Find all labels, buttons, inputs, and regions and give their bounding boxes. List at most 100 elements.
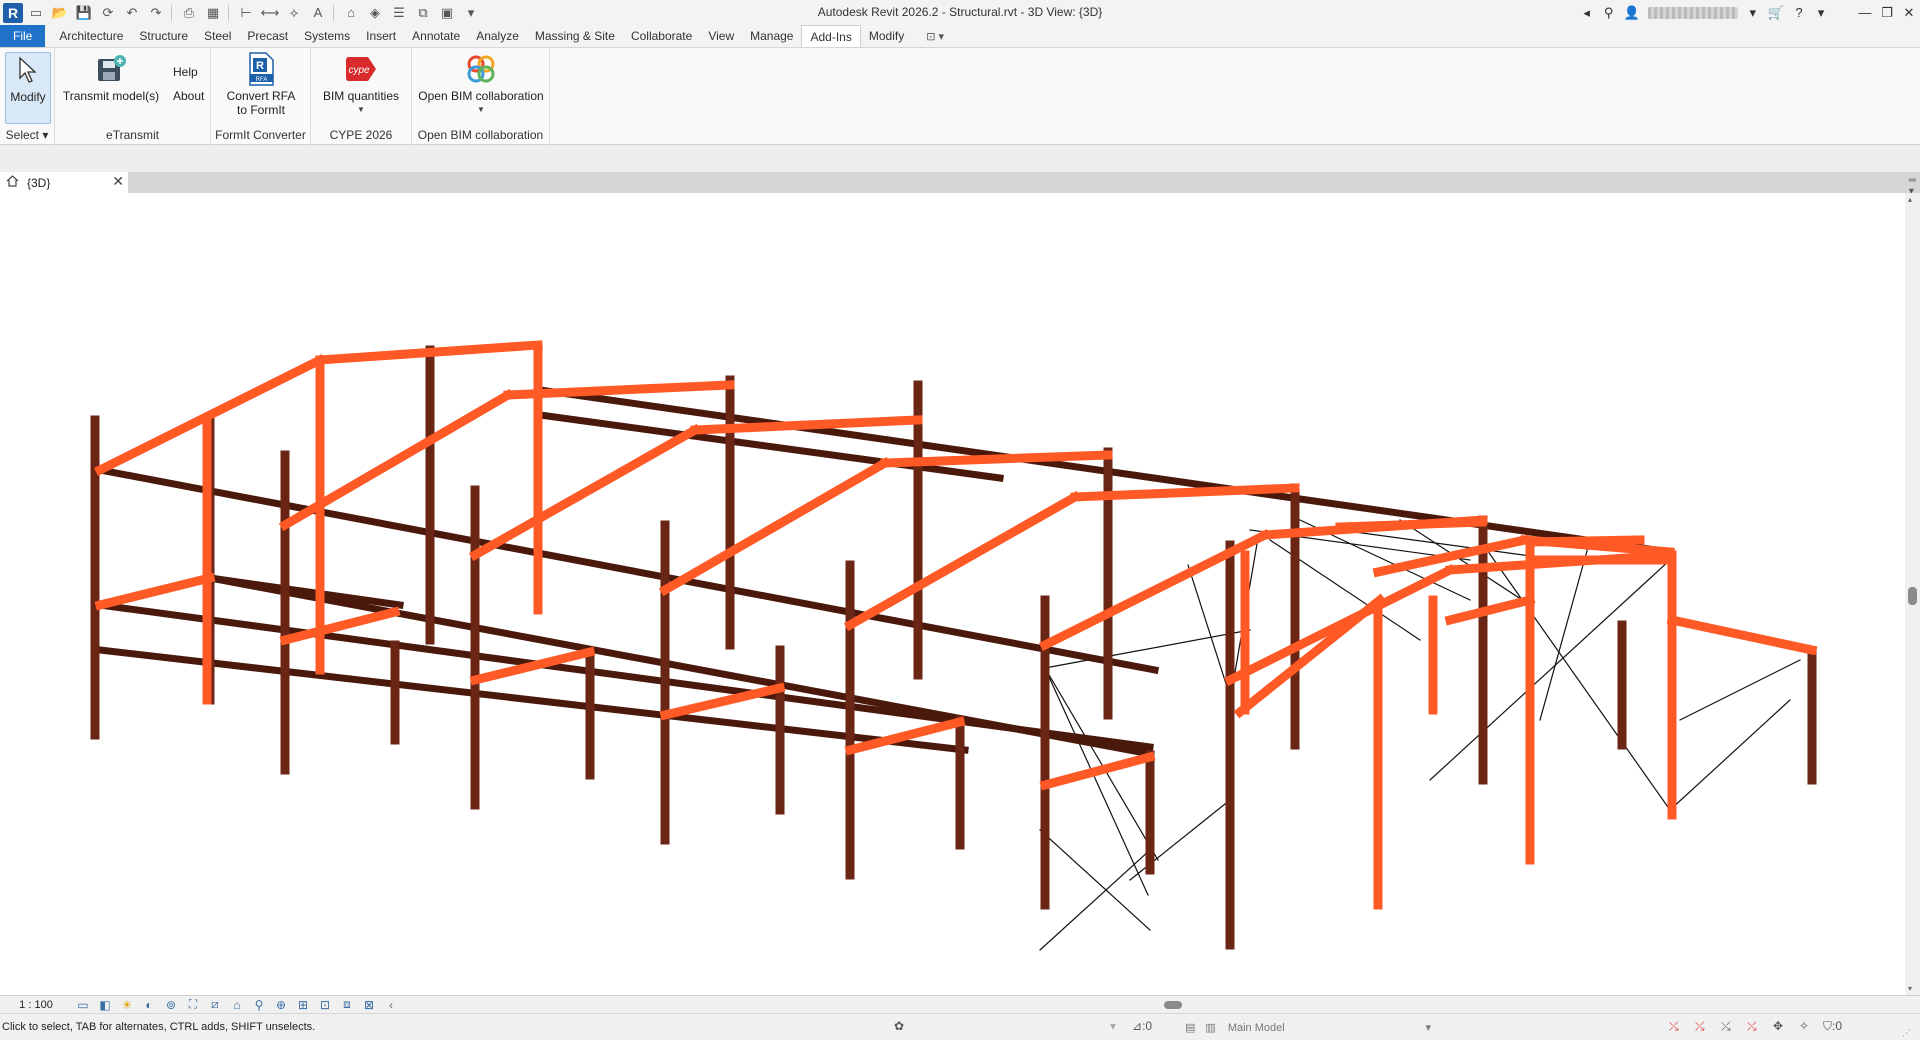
steel-rafter[interactable] bbox=[1444, 594, 1536, 626]
hide-isolate-icon[interactable]: ⚲ bbox=[248, 997, 270, 1013]
dimension-icon[interactable]: ⟷ bbox=[259, 3, 281, 23]
search-icon[interactable]: ◂ bbox=[1576, 2, 1598, 24]
steel-rafter[interactable] bbox=[94, 572, 216, 611]
ribbon-display-toggle-icon[interactable]: ⊡ ▾ bbox=[918, 25, 952, 47]
close-icon[interactable]: ✕ bbox=[112, 173, 124, 190]
tab-structure[interactable]: Structure bbox=[131, 25, 196, 47]
user-name-redacted[interactable] bbox=[1647, 6, 1738, 19]
lock-view-icon[interactable]: ⌂ bbox=[226, 997, 248, 1013]
app-logo[interactable]: R bbox=[3, 2, 23, 23]
temporary-view-icon[interactable]: ⊞ bbox=[292, 997, 314, 1013]
help-button[interactable]: Help bbox=[173, 65, 198, 79]
save-icon[interactable]: 💾 bbox=[73, 3, 95, 23]
longitudinal-beam[interactable] bbox=[205, 573, 1155, 759]
crop-view-icon[interactable]: ⛶ bbox=[182, 997, 204, 1013]
workset-icon[interactable]: ⊿:0 bbox=[1132, 1019, 1152, 1033]
select-pinned-icon[interactable]: ⤯ bbox=[1721, 1019, 1731, 1034]
bracing-cable[interactable] bbox=[1039, 849, 1151, 951]
customize-icon[interactable]: ▾ bbox=[460, 3, 482, 23]
open-icon[interactable]: 📂 bbox=[49, 3, 71, 23]
sun-path-icon[interactable]: ☀ bbox=[116, 997, 138, 1013]
analytical-model-icon[interactable]: ⊡ bbox=[314, 997, 336, 1013]
tab-collaborate[interactable]: Collaborate bbox=[623, 25, 700, 47]
tab-precast[interactable]: Precast bbox=[239, 25, 296, 47]
detail-level-icon[interactable]: ▭ bbox=[72, 997, 94, 1013]
tab-massing-site[interactable]: Massing & Site bbox=[527, 25, 623, 47]
3d-viewport[interactable] bbox=[0, 193, 1905, 995]
chevron-down-icon[interactable]: ▾ bbox=[1810, 2, 1832, 24]
open-bim-collaboration-button[interactable]: Open BIM collaboration ▼ bbox=[418, 52, 544, 117]
chevron-down-icon[interactable]: ▾ bbox=[1908, 984, 1912, 993]
vertical-scroll-thumb[interactable] bbox=[1908, 587, 1917, 605]
shadows-icon[interactable]: ◐ bbox=[138, 997, 160, 1013]
print-icon[interactable]: ⎙ bbox=[178, 3, 200, 23]
bim-quantities-button[interactable]: cype BIM quantities ▼ bbox=[317, 52, 405, 117]
tab-architecture[interactable]: Architecture bbox=[51, 25, 131, 47]
chevron-down-icon[interactable]: ▾ bbox=[1110, 1019, 1116, 1033]
tab-manage[interactable]: Manage bbox=[742, 25, 801, 47]
bracing-cable[interactable] bbox=[1129, 799, 1231, 881]
tab-annotate[interactable]: Annotate bbox=[404, 25, 468, 47]
bracing-cable[interactable] bbox=[1429, 559, 1671, 781]
switch-windows-icon[interactable]: ▣ bbox=[436, 3, 458, 23]
schedule-icon[interactable]: ▦ bbox=[202, 3, 224, 23]
section-icon[interactable]: ◈ bbox=[364, 3, 386, 23]
bracing-cable[interactable] bbox=[1187, 564, 1229, 691]
highlight-displacement-icon[interactable]: ⧈ bbox=[336, 997, 358, 1013]
new-icon[interactable]: ▭ bbox=[25, 3, 47, 23]
tab-view[interactable]: View bbox=[700, 25, 742, 47]
cart-icon[interactable]: 🛒 bbox=[1764, 2, 1788, 24]
reveal-constraints-icon[interactable]: ⊠ bbox=[358, 997, 380, 1013]
undo-icon[interactable]: ↶ bbox=[121, 3, 143, 23]
steel-rafter[interactable] bbox=[1233, 593, 1387, 719]
select-underlay-icon[interactable]: ⤯ bbox=[1695, 1019, 1705, 1034]
text-icon[interactable]: A bbox=[307, 3, 329, 23]
select-by-face-icon[interactable]: ⤯ bbox=[1747, 1019, 1757, 1034]
tab-modify[interactable]: Modify bbox=[861, 25, 912, 47]
3d-view-icon[interactable]: ⌂ bbox=[340, 3, 362, 23]
render-icon[interactable]: ⊚ bbox=[160, 997, 182, 1013]
tab-file[interactable]: File bbox=[0, 25, 46, 47]
convert-rfa-button[interactable]: R RFA Convert RFA to FormIt bbox=[219, 52, 303, 117]
filter-icon[interactable]: ⛉:0 bbox=[1823, 1019, 1842, 1034]
steel-rafter[interactable] bbox=[1335, 517, 1487, 532]
tag-icon[interactable]: ⟡ bbox=[283, 3, 305, 23]
design-option-selector[interactable]: ▤ ▥ Main Model ▾ bbox=[1185, 1019, 1435, 1036]
horizontal-scroll-thumb[interactable] bbox=[1164, 1001, 1182, 1009]
close-hidden-icon[interactable]: ⧉ bbox=[412, 3, 434, 23]
measure-icon[interactable]: ⊢ bbox=[235, 3, 257, 23]
view-scale[interactable]: 1 : 100 bbox=[0, 999, 72, 1011]
background-process-icon[interactable]: ✧ bbox=[1799, 1019, 1809, 1033]
select-links-icon[interactable]: ⤯ bbox=[1669, 1019, 1679, 1034]
steel-rafter[interactable] bbox=[1525, 535, 1645, 547]
bracing-cable[interactable] bbox=[1679, 659, 1801, 721]
tab-add-ins[interactable]: Add-Ins bbox=[801, 25, 861, 47]
bracing-cable[interactable] bbox=[1039, 829, 1151, 931]
vertical-scrollbar[interactable]: ▴ ▾ bbox=[1905, 193, 1920, 995]
minimize-icon[interactable]: — bbox=[1854, 2, 1876, 24]
transmit-models-button[interactable]: Transmit model(s) bbox=[61, 52, 161, 103]
chevron-left-icon[interactable]: ‹ bbox=[380, 997, 402, 1013]
tab-steel[interactable]: Steel bbox=[196, 25, 239, 47]
view-tab-3d[interactable]: {3D} ✕ bbox=[0, 172, 128, 193]
drag-elements-icon[interactable]: ✥ bbox=[1773, 1019, 1783, 1033]
select-panel-title[interactable]: Select ▾ bbox=[0, 128, 54, 142]
redo-icon[interactable]: ↷ bbox=[145, 3, 167, 23]
visual-style-icon[interactable]: ◧ bbox=[94, 997, 116, 1013]
steel-rafter[interactable] bbox=[1666, 614, 1818, 656]
reveal-hidden-icon[interactable]: ⊕ bbox=[270, 997, 292, 1013]
close-icon[interactable]: ✕ bbox=[1898, 2, 1920, 24]
restore-icon[interactable]: ❐ bbox=[1876, 2, 1898, 24]
user-icon[interactable]: 👤 bbox=[1620, 2, 1644, 24]
steel-rafter[interactable] bbox=[1039, 751, 1156, 791]
chevron-up-icon[interactable]: ▴ bbox=[1908, 195, 1912, 204]
editable-only-icon[interactable]: ✿ bbox=[894, 1019, 904, 1033]
sync-icon[interactable]: ⟳ bbox=[97, 3, 119, 23]
modify-button[interactable]: Modify bbox=[5, 52, 51, 124]
binoculars-icon[interactable]: ⚲ bbox=[1598, 2, 1620, 24]
tab-insert[interactable]: Insert bbox=[358, 25, 404, 47]
thin-lines-icon[interactable]: ☰ bbox=[388, 3, 410, 23]
tab-systems[interactable]: Systems bbox=[296, 25, 358, 47]
about-button[interactable]: About bbox=[173, 89, 204, 103]
bracing-cable[interactable] bbox=[1479, 539, 1671, 811]
